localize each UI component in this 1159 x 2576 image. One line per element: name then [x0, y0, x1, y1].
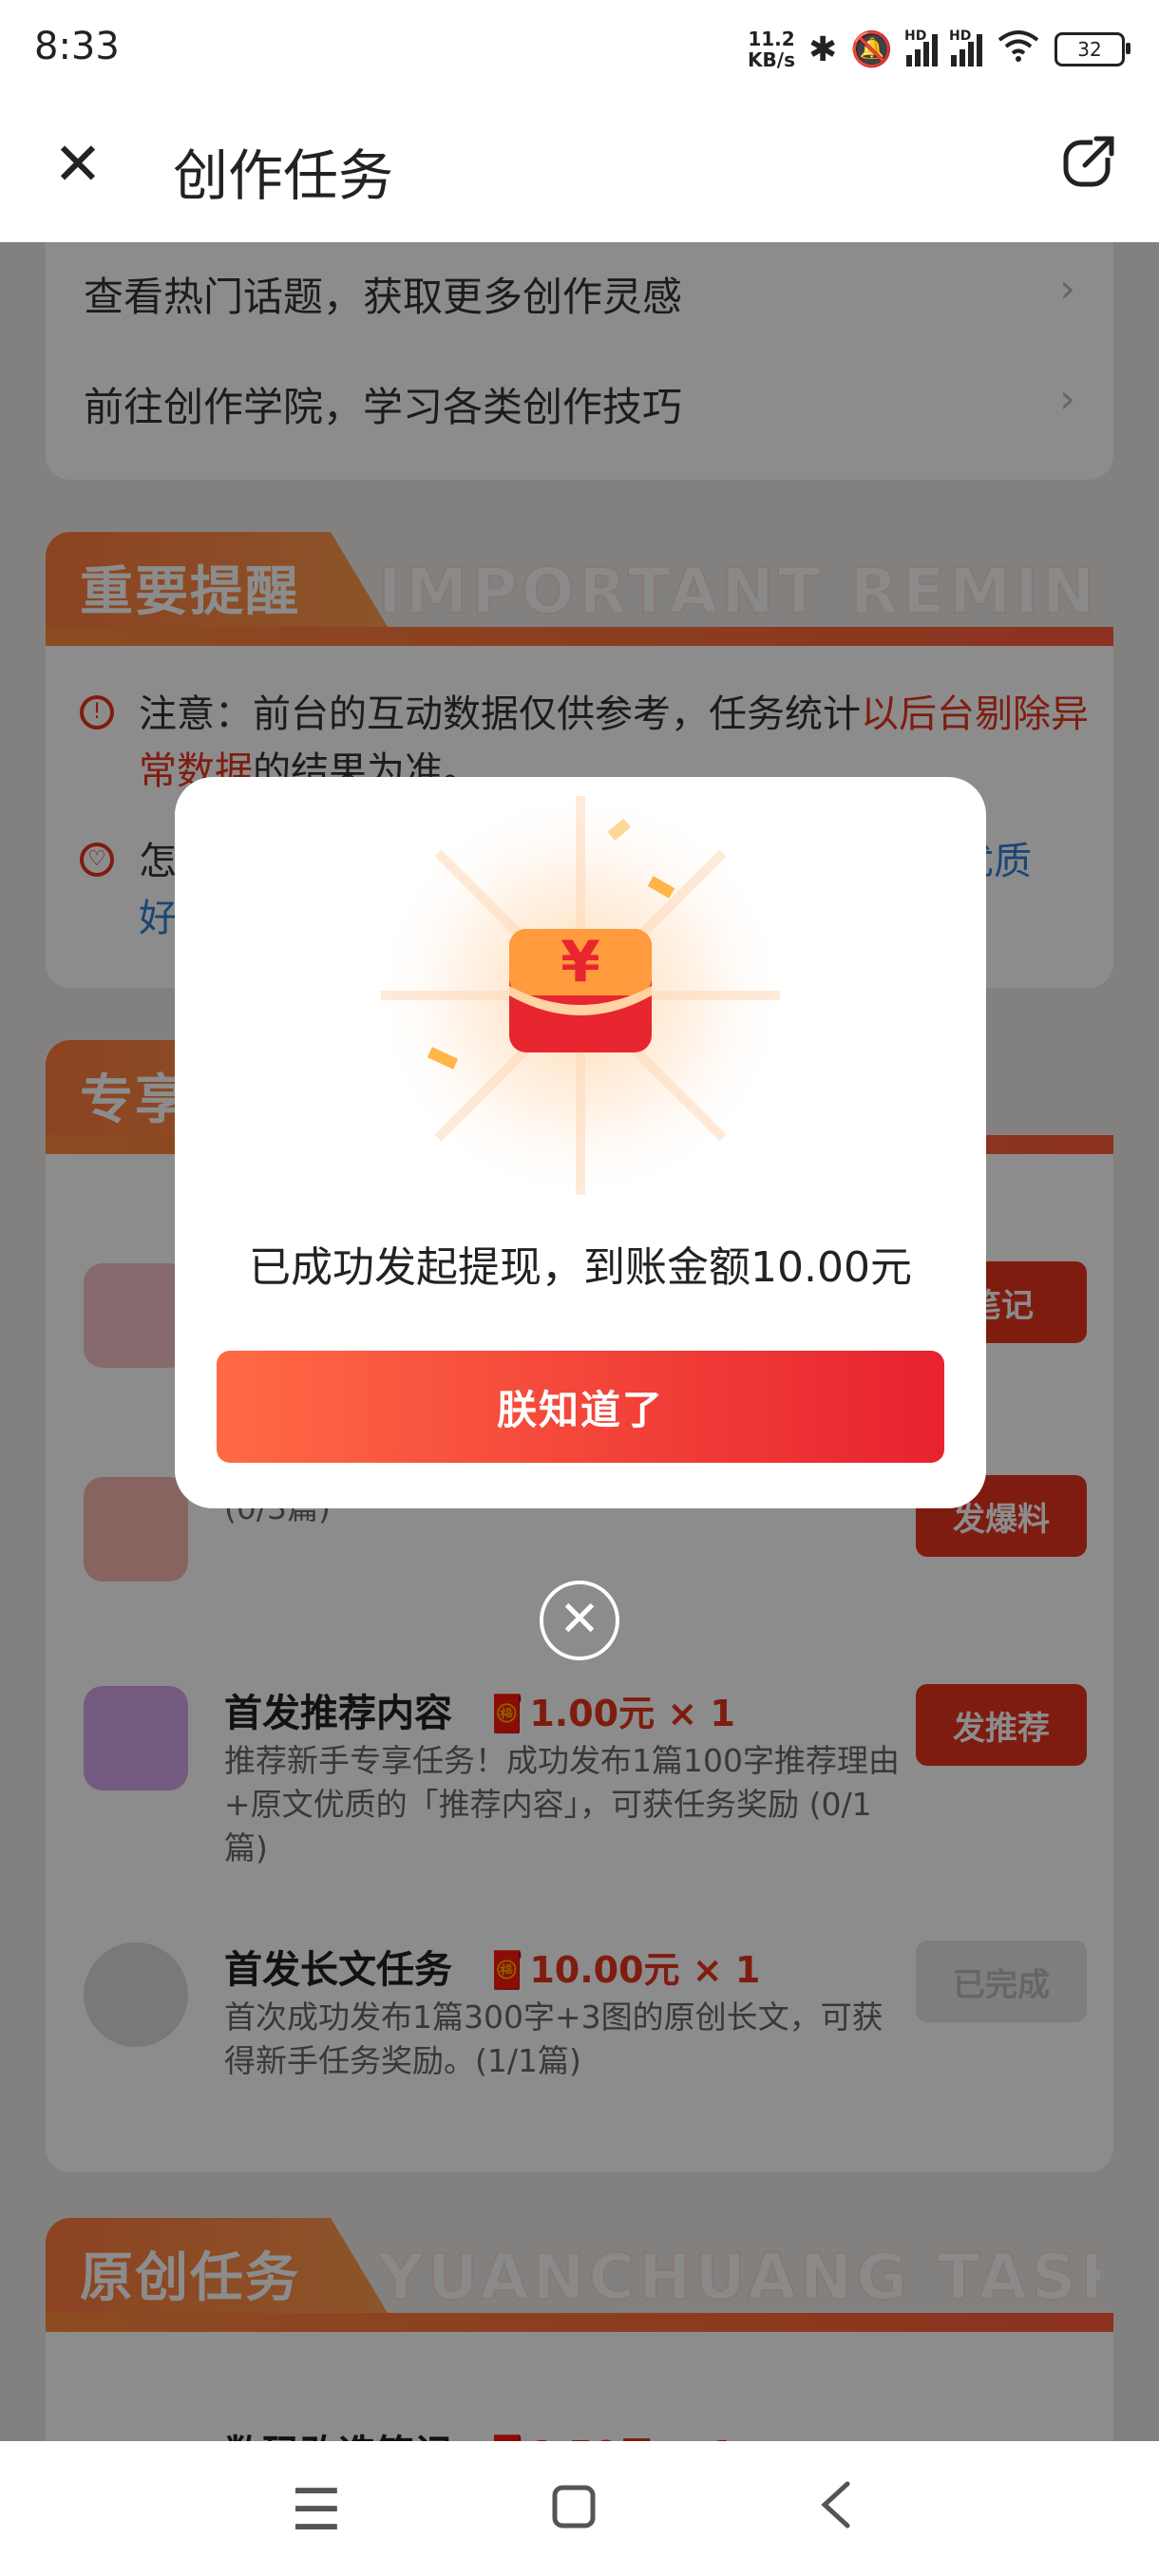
bluetooth-icon: ✱ — [808, 29, 838, 69]
system-nav-bar: ☰ — [0, 2441, 1159, 2576]
red-envelope-illustration: ¥ — [371, 786, 789, 1204]
dialog-close-button[interactable]: ✕ — [540, 1581, 619, 1660]
withdraw-success-dialog: ¥ 已成功发起提现，到账金额10.00元 朕知道了 — [175, 777, 986, 1508]
svg-text:¥: ¥ — [560, 929, 600, 995]
network-speed: 11.2 KB/s — [748, 28, 795, 71]
back-icon[interactable] — [817, 2477, 855, 2544]
status-time: 8:33 — [34, 25, 120, 68]
page-title: 创作任务 — [173, 143, 394, 208]
status-bar: 8:33 11.2 KB/s ✱ 🔕 HD HD 32 — [0, 0, 1159, 95]
top-header: ✕ 创作任务 — [0, 95, 1159, 242]
wifi-icon — [996, 28, 1041, 71]
signal-icon-2: HD — [949, 28, 982, 66]
status-icons: 11.2 KB/s ✱ 🔕 HD HD 32 — [748, 21, 1130, 78]
dialog-message: 已成功发起提现，到账金额10.00元 — [249, 1243, 912, 1292]
share-icon[interactable] — [1060, 133, 1117, 190]
battery-icon: 32 — [1054, 32, 1130, 66]
close-icon[interactable]: ✕ — [53, 135, 103, 194]
home-icon[interactable] — [551, 2477, 597, 2544]
acknowledge-button[interactable]: 朕知道了 — [217, 1351, 944, 1463]
bell-muted-icon: 🔕 — [850, 30, 893, 69]
menu-icon[interactable]: ☰ — [291, 2477, 342, 2544]
signal-icon: HD — [904, 28, 938, 66]
